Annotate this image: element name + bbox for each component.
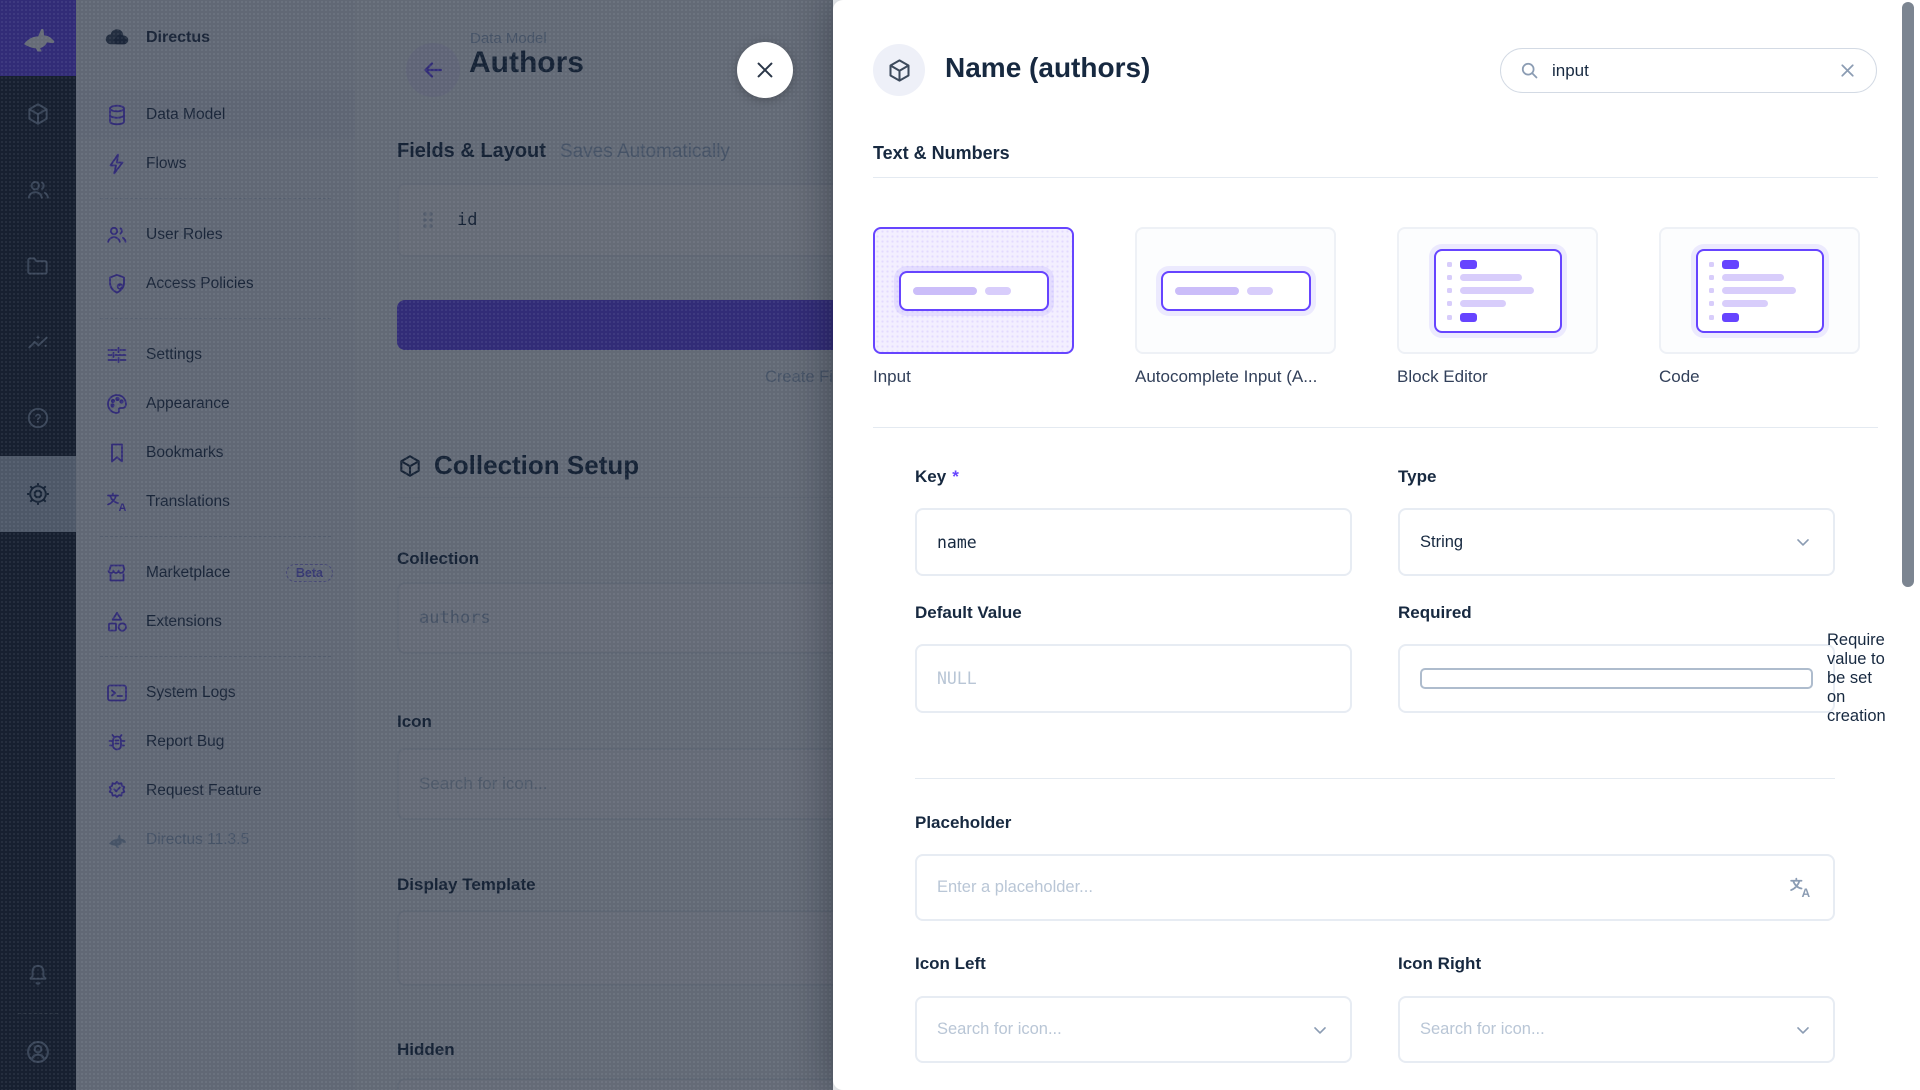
interface-label: Code [1659,367,1860,387]
required-checkbox[interactable] [1420,668,1813,689]
svg-text:A: A [1802,886,1811,900]
field-config-drawer: Name (authors) Text & Numbers Input Auto… [833,0,1920,1090]
interface-preview [1397,227,1598,354]
interface-preview [873,227,1074,354]
icon-right-select[interactable]: Search for icon... [1398,996,1835,1063]
icon-right-placeholder: Search for icon... [1420,1020,1793,1039]
chevron-down-icon [1310,1020,1330,1040]
icon-left-placeholder: Search for icon... [937,1020,1310,1039]
interface-group-heading: Text & Numbers [873,143,1878,178]
required-label: Required [1398,603,1835,623]
form-divider [915,778,1835,779]
close-drawer-button[interactable] [737,42,793,98]
key-label: Key* [915,467,1352,487]
key-input[interactable] [915,508,1352,576]
required-asterisk: * [952,467,959,487]
close-icon [754,59,776,81]
search-icon [1519,60,1540,81]
interface-card-input[interactable]: Input [873,227,1074,387]
required-checkbox-label: Require value to be set on creation [1827,631,1886,726]
drawer-title: Name (authors) [945,52,1150,84]
drawer-overlay[interactable] [0,0,833,1090]
field-icon-circle [873,44,925,96]
chevron-down-icon [1793,532,1813,552]
interface-search[interactable] [1500,48,1877,93]
icon-left-select[interactable]: Search for icon... [915,996,1352,1063]
interface-label: Autocomplete Input (A... [1135,367,1336,387]
placeholder-input[interactable]: A [915,854,1835,921]
interface-preview [1135,227,1336,354]
chevron-down-icon [1793,1020,1813,1040]
scrollbar-thumb[interactable] [1902,2,1914,587]
interface-cards: Input Autocomplete Input (A... [873,227,1860,387]
type-label: Type [1398,467,1835,487]
icon-left-label: Icon Left [915,954,1352,974]
placeholder-field[interactable] [937,878,1788,897]
interface-label: Input [873,367,1074,387]
required-field: Require value to be set on creation [1398,644,1835,713]
default-value-field[interactable] [937,669,1330,688]
interface-search-input[interactable] [1552,61,1825,81]
clear-search-icon[interactable] [1837,60,1858,81]
interface-card-block-editor[interactable]: Block Editor [1397,227,1598,387]
interface-card-autocomplete[interactable]: Autocomplete Input (A... [1135,227,1336,387]
type-select[interactable]: String [1398,508,1835,576]
default-value-input[interactable] [915,644,1352,713]
cube-icon [886,57,913,84]
directus-app: ? Directus Data Model [0,0,1920,1090]
default-value-label: Default Value [915,603,1352,623]
icon-right-label: Icon Right [1398,954,1835,974]
key-field[interactable] [937,533,1330,552]
interface-card-code[interactable]: Code [1659,227,1860,387]
interface-label: Block Editor [1397,367,1598,387]
interface-preview [1659,227,1860,354]
type-value: String [1420,533,1793,552]
section-divider [873,427,1878,428]
translate-icon[interactable]: A [1788,875,1813,900]
placeholder-label: Placeholder [915,813,1011,833]
